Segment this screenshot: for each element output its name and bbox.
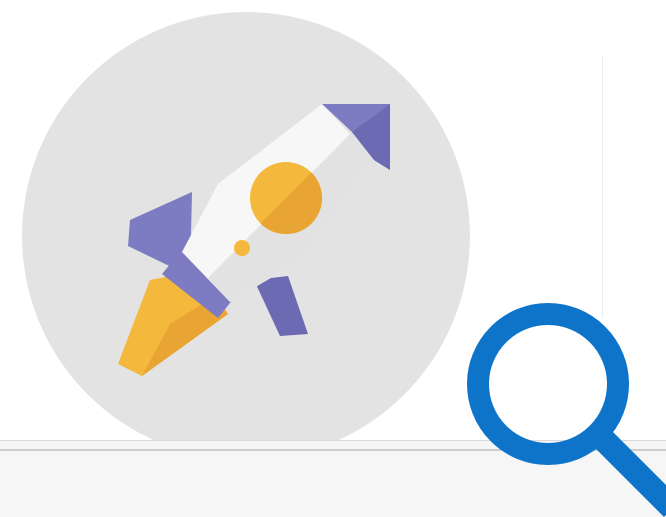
rocket-app-icon[interactable] [22,12,470,460]
rocket-icon [22,12,470,460]
vertical-divider [602,56,603,318]
rocket-small-dot [234,240,250,256]
search-button[interactable] [464,300,666,517]
screen [0,0,666,517]
search-icon [467,303,666,517]
search-handle [583,419,666,517]
